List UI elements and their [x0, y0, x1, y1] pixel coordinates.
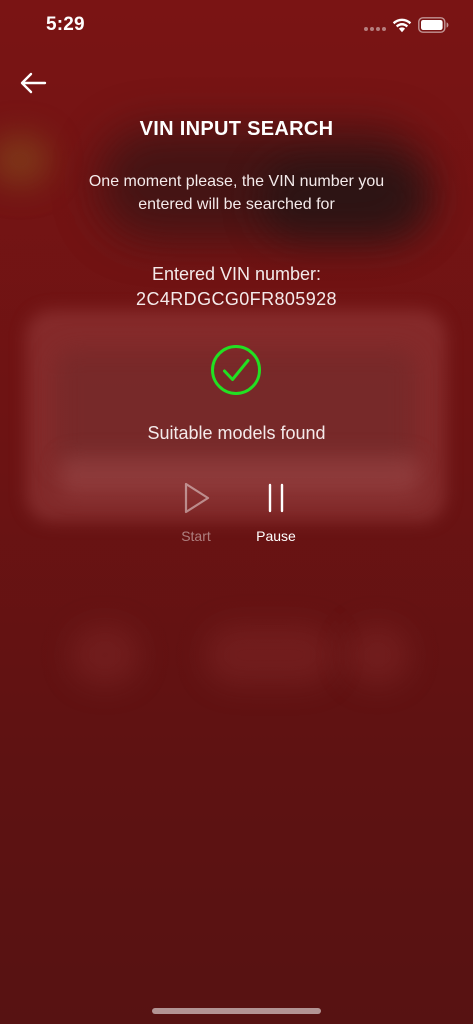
blurred-shape	[70, 625, 140, 685]
home-indicator[interactable]	[152, 1008, 321, 1014]
blurred-shape	[205, 625, 335, 685]
cellular-dots-icon	[364, 27, 386, 33]
back-button[interactable]	[16, 66, 50, 100]
status-bar: 5:29	[0, 0, 473, 52]
result-status-text: Suitable models found	[147, 423, 326, 443]
pause-button[interactable]: Pause	[236, 478, 316, 548]
wifi-icon	[392, 18, 412, 33]
blurred-shape	[345, 625, 410, 685]
search-message: One moment please, the VIN number you en…	[88, 173, 385, 213]
page-title: VIN INPUT SEARCH	[139, 118, 334, 140]
pause-label: Pause	[256, 528, 296, 544]
blurred-shape	[0, 135, 50, 185]
play-icon	[184, 482, 210, 514]
pause-icon	[268, 483, 284, 513]
start-button[interactable]: Start	[156, 478, 236, 548]
vin-label: Entered VIN number:	[151, 264, 322, 284]
arrow-left-icon	[20, 72, 47, 94]
vin-search-screen: 5:29 VIN INPUT SEARCH One moment please,…	[0, 0, 473, 1024]
vin-value: 2C4RDGCG0FR805928	[136, 289, 337, 309]
check-circle-icon	[211, 345, 261, 395]
status-time: 5:29	[46, 14, 85, 35]
battery-icon	[418, 17, 449, 33]
start-label: Start	[181, 528, 211, 544]
